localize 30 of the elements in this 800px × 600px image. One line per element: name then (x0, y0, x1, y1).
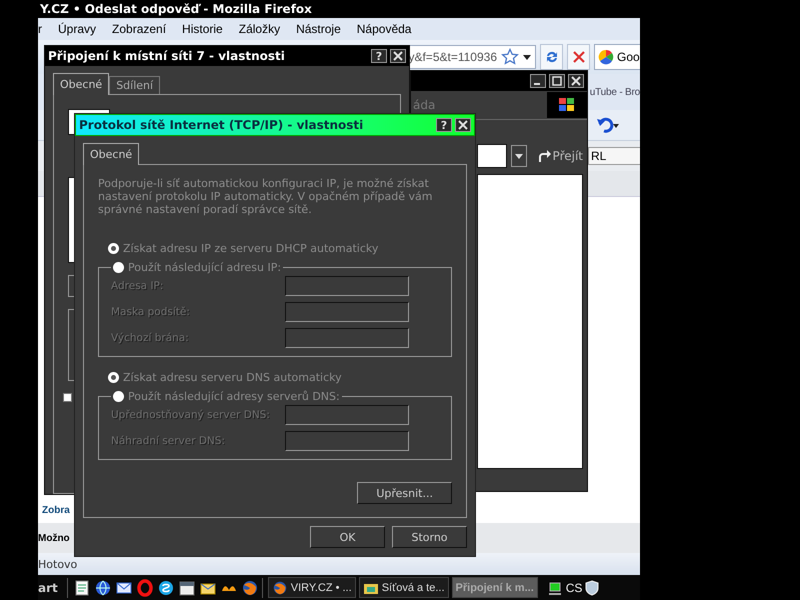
language-indicator[interactable]: CS (566, 580, 582, 594)
help-button[interactable]: ? (371, 49, 387, 63)
taskbar-button[interactable]: Síťová a te... (358, 577, 449, 598)
menu-item[interactable]: Záložky (230, 22, 288, 36)
menu-item[interactable]: Historie (174, 22, 231, 36)
go-button[interactable]: Přejít (536, 149, 583, 163)
advanced-button[interactable]: Upřesnit... (357, 482, 452, 504)
window-title: Připojení k místní síti 7 - vlastnosti (48, 49, 286, 63)
menu-item[interactable]: Nápověda (348, 22, 420, 36)
tab-title[interactable]: uTube - Bro (590, 86, 640, 98)
window-title: Y.CZ • Odeslat odpověď - Mozilla Firefox (38, 0, 640, 18)
help-button[interactable]: ? (436, 118, 452, 132)
dialog-button[interactable]: OK (310, 526, 385, 548)
menu-item[interactable]: Zobrazení (104, 22, 174, 36)
menu-item[interactable]: Úpravy (50, 22, 104, 36)
dialog-button[interactable]: Storno (392, 526, 467, 548)
tab[interactable]: Obecné (53, 73, 110, 95)
menu-item[interactable]: Nástroje (288, 22, 349, 36)
search-field[interactable]: Goo (594, 44, 640, 70)
taskbar-button[interactable]: VIRY.CZ • ... (268, 577, 356, 598)
start-button[interactable]: art (38, 580, 64, 594)
tab[interactable]: Sdílení (109, 76, 160, 94)
page-link[interactable]: Zobra (42, 504, 70, 516)
menu-item[interactable]: r (38, 22, 50, 36)
status-text: Hotovo (38, 558, 78, 570)
page-heading: Možno (38, 532, 70, 544)
url-button[interactable]: RL (588, 147, 640, 165)
window-title: Protokol sítě Internet (TCP/IP) - vlastnosti (79, 118, 364, 132)
tab[interactable]: Obecné (83, 143, 140, 165)
description-text: Podporuje-li síť automatickou konfiguraci IP, je možné získat nastavení protokolu IP automaticky. V opačném případě vám správné nastavení poradí správce sítě. (98, 177, 434, 216)
